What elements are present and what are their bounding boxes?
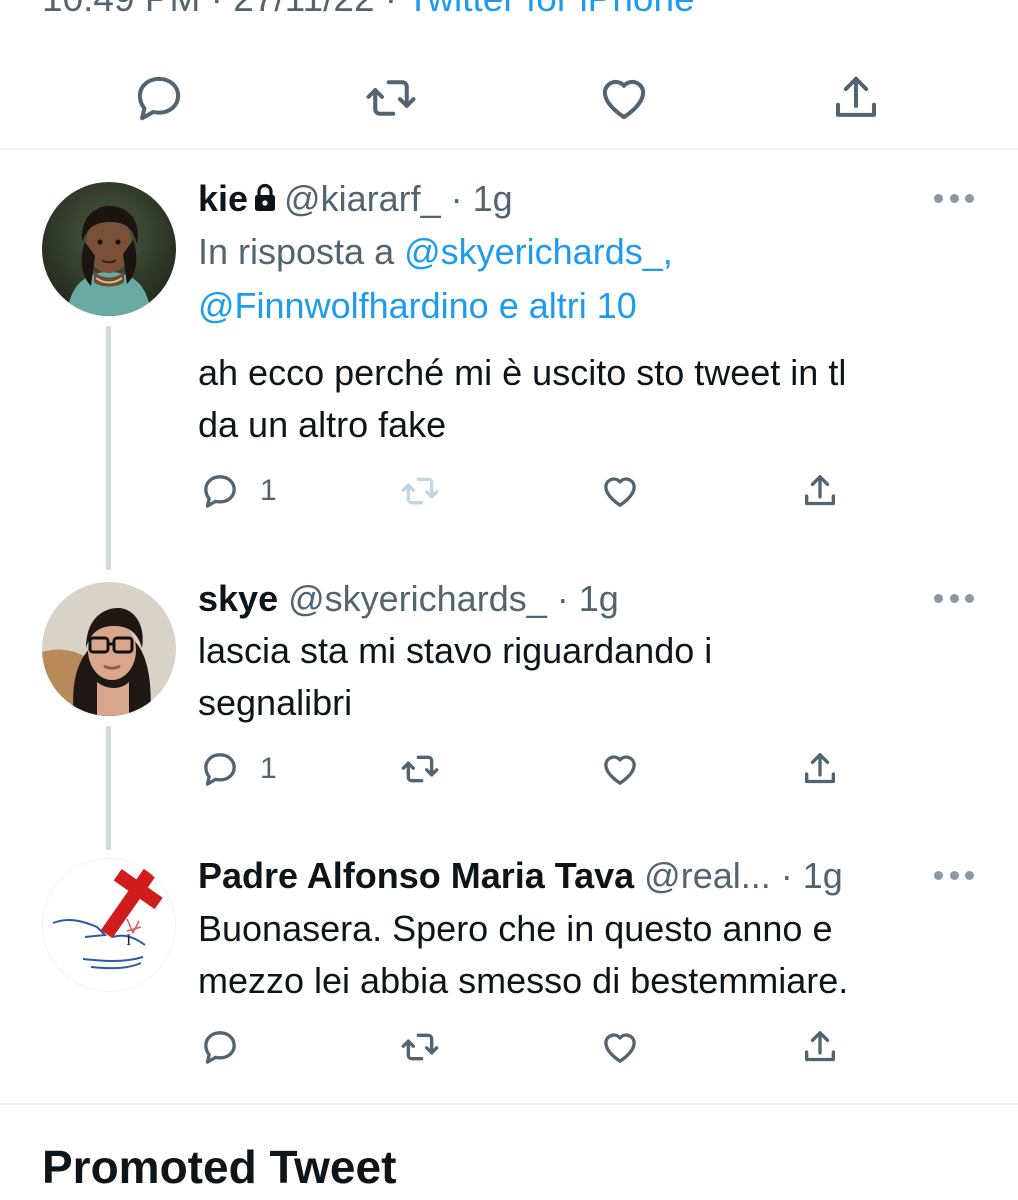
reply-to-mentions-link[interactable]: @skyerichards_,: [404, 231, 673, 272]
reply-button[interactable]: 1: [200, 741, 277, 797]
like-button[interactable]: [592, 62, 656, 134]
retweet-icon: [401, 477, 439, 505]
replying-to-prefix: In risposta a: [198, 231, 405, 272]
share-icon: [805, 475, 835, 506]
share-button[interactable]: [800, 741, 840, 797]
tweet-text-line: ah ecco perché mi è uscito sto tweet in …: [198, 352, 847, 393]
tweet-timestamp: 10:49 PM · 27/11/22 ·: [42, 0, 407, 19]
dot-icon: [934, 193, 943, 203]
share-button[interactable]: [824, 62, 888, 134]
reply-icon: [204, 1031, 236, 1064]
lock-icon: [255, 183, 276, 211]
reply-button[interactable]: 1: [200, 463, 277, 519]
retweet-icon: [401, 755, 439, 783]
share-button[interactable]: [800, 1019, 840, 1075]
tweet-header: kie @kiararf_ · 1g: [198, 178, 513, 220]
share-icon: [835, 76, 877, 117]
user-handle[interactable]: @kiararf_: [284, 178, 441, 219]
reply-count: 1: [260, 474, 277, 507]
tweet-text-line: lascia sta mi stavo riguardando i: [198, 630, 713, 671]
retweet-button-disabled: [400, 463, 440, 519]
divider: [0, 148, 1018, 150]
tweet-time[interactable]: 1g: [579, 578, 619, 619]
svg-text:I: I: [126, 932, 131, 949]
tweet-action-bar: 1: [0, 741, 1018, 797]
tweet-timestamp-source: 10:49 PM · 27/11/22 · Twitter for iPhone: [42, 0, 695, 20]
dot-icon: [934, 870, 943, 880]
display-name[interactable]: skye: [198, 578, 278, 619]
heart-icon: [604, 1033, 636, 1063]
display-name[interactable]: Padre Alfonso Maria Tava: [198, 855, 634, 896]
share-icon: [805, 1031, 835, 1062]
thread-line: [106, 326, 111, 570]
retweet-button[interactable]: [400, 1019, 440, 1075]
like-button[interactable]: [600, 741, 640, 797]
more-options-button[interactable]: [934, 590, 974, 606]
retweet-button[interactable]: [359, 62, 423, 134]
reply-button[interactable]: [200, 1019, 240, 1075]
reply-icon: [137, 76, 181, 121]
tweet-text: Buonasera. Spero che in questo anno e me…: [198, 903, 978, 1007]
heart-icon: [604, 755, 636, 785]
reply-icon: [204, 753, 236, 786]
share-icon: [805, 753, 835, 784]
heart-icon: [604, 477, 636, 507]
more-options-button[interactable]: [934, 190, 974, 206]
separator: ·: [770, 855, 803, 896]
tweet-action-bar: 1: [0, 463, 1018, 519]
like-button[interactable]: [600, 1019, 640, 1075]
avatar[interactable]: I: [42, 858, 176, 992]
dot-icon: [949, 870, 959, 880]
dot-icon: [965, 193, 974, 203]
tweet-header: skye @skyerichards_ · 1g: [198, 578, 619, 620]
replying-to: In risposta a @skyerichards_, @Finnwolfh…: [198, 225, 978, 333]
avatar[interactable]: [42, 582, 176, 716]
reply-button[interactable]: [127, 62, 191, 134]
tweet-source-link[interactable]: Twitter for iPhone: [407, 0, 695, 19]
dot-icon: [965, 870, 974, 880]
heart-icon: [602, 79, 646, 120]
dot-icon: [934, 593, 943, 603]
reply-count: 1: [260, 752, 277, 785]
tweet-text-line: da un altro fake: [198, 404, 447, 445]
avatar[interactable]: [42, 182, 176, 316]
reply-to-mentions-link-2[interactable]: @Finnwolfhardino e altri 10: [198, 285, 637, 326]
tweet-text-line: segnalibri: [198, 682, 353, 723]
like-button[interactable]: [600, 463, 640, 519]
share-button[interactable]: [800, 463, 840, 519]
dot-icon: [949, 593, 959, 603]
tweet-action-bar: [0, 1019, 1018, 1075]
tweet-text: lascia sta mi stavo riguardando i segnal…: [198, 625, 978, 729]
tweet-time[interactable]: 1g: [803, 855, 843, 896]
tweet-time[interactable]: 1g: [473, 178, 513, 219]
tweet-text-line: mezzo lei abbia smesso di bestemmiare.: [198, 960, 849, 1001]
promoted-tweet-heading: Promoted Tweet: [42, 1141, 397, 1193]
divider: [0, 1103, 1018, 1105]
dot-icon: [949, 193, 959, 203]
separator: ·: [440, 178, 473, 219]
reply-icon: [204, 475, 236, 508]
separator: ·: [546, 578, 579, 619]
more-options-button[interactable]: [934, 867, 974, 883]
tweet-text-line: Buonasera. Spero che in questo anno e: [198, 908, 833, 949]
tweet-text: ah ecco perché mi è uscito sto tweet in …: [198, 347, 978, 451]
dot-icon: [965, 593, 974, 603]
retweet-button[interactable]: [400, 741, 440, 797]
retweet-icon: [401, 1033, 439, 1061]
user-handle[interactable]: @real...: [644, 855, 771, 896]
tweet-header: Padre Alfonso Maria Tava @real... · 1g: [198, 855, 843, 897]
display-name[interactable]: kie: [198, 178, 248, 219]
retweet-icon: [366, 80, 416, 116]
user-handle[interactable]: @skyerichards_: [288, 578, 547, 619]
main-tweet-action-bar: [0, 62, 1018, 134]
